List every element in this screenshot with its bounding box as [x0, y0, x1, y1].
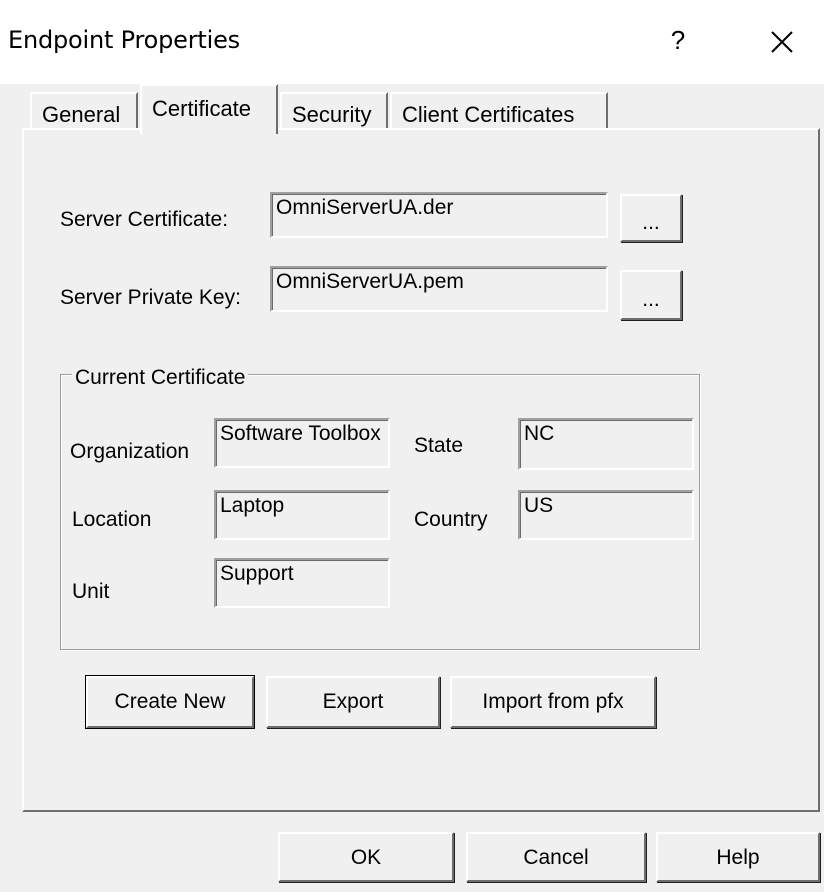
title-bar: Endpoint Properties ? [0, 0, 824, 84]
organization-label: Organization [70, 440, 190, 463]
ok-button[interactable]: OK [278, 832, 454, 882]
browse-certificate-button[interactable]: ... [620, 194, 682, 242]
tab-client-certificates-label: Client Certificates [402, 102, 575, 127]
country-field: US [518, 490, 694, 540]
state-field: NC [518, 418, 694, 470]
country-label: Country [414, 508, 488, 531]
window-title: Endpoint Properties [8, 26, 240, 54]
export-button[interactable]: Export [266, 676, 440, 728]
server-private-key-field[interactable]: OmniServerUA.pem [270, 266, 608, 312]
create-new-button[interactable]: Create New [85, 675, 255, 729]
unit-label: Unit [72, 580, 110, 603]
help-title-button[interactable]: ? [660, 22, 696, 58]
close-icon [771, 31, 793, 53]
browse-private-key-button[interactable]: ... [620, 270, 682, 320]
tab-security-label: Security [292, 102, 372, 127]
server-private-key-label: Server Private Key: [60, 286, 241, 309]
unit-field: Support [214, 558, 390, 608]
tab-certificate[interactable]: Certificate [140, 84, 278, 134]
tab-general-label: General [42, 102, 121, 127]
cancel-button[interactable]: Cancel [466, 832, 646, 882]
location-label: Location [72, 508, 152, 531]
tab-certificate-label: Certificate [152, 96, 252, 121]
state-label: State [414, 434, 464, 457]
server-certificate-field[interactable]: OmniServerUA.der [270, 192, 608, 238]
server-certificate-label: Server Certificate: [60, 208, 229, 231]
location-field: Laptop [214, 490, 390, 540]
organization-field: Software Toolbox [214, 418, 390, 468]
help-button[interactable]: Help [656, 832, 820, 882]
close-button[interactable] [760, 20, 804, 64]
import-from-pfx-button[interactable]: Import from pfx [450, 676, 656, 728]
current-certificate-group-title: Current Certificate [72, 366, 249, 390]
